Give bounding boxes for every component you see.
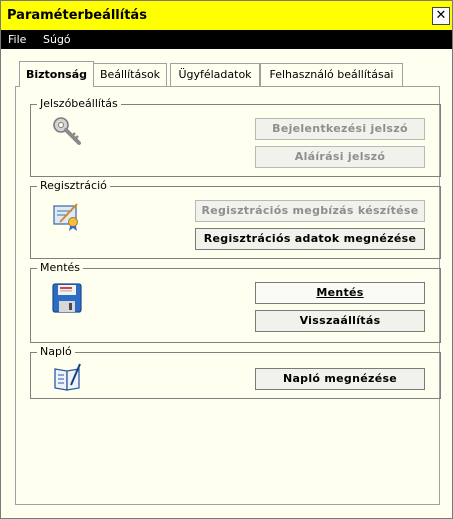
save-button[interactable]: Mentés (255, 282, 425, 304)
tab-settings-label: Beállítások (99, 68, 161, 81)
save-label: Mentés (316, 286, 364, 299)
log-group: Napló Napló megnézése (30, 345, 441, 399)
tab-client-data[interactable]: Ügyféladatok (170, 63, 260, 86)
registration-group: Regisztráció Regisztrációs megbízás kész… (30, 179, 441, 259)
registration-title: Regisztráció (37, 179, 110, 192)
key-icon (53, 117, 81, 145)
close-button[interactable]: ✕ (432, 7, 450, 25)
floppy-disk-icon (52, 283, 82, 313)
create-registration-label: Regisztrációs megbízás készítése (201, 204, 419, 217)
close-icon: ✕ (435, 8, 447, 23)
tab-client-data-label: Ügyféladatok (178, 68, 252, 81)
tab-settings[interactable]: Beállítások (93, 63, 167, 86)
password-settings-title: Jelszóbeállítás (37, 97, 121, 110)
tab-user-settings[interactable]: Felhasználó beállításai (260, 63, 403, 86)
password-settings-group: Jelszóbeállítás Bejelentkezési jelszó Al… (30, 97, 441, 177)
parameter-settings-window: Paraméterbeállítás ✕ File Súgó Biztonság… (0, 0, 453, 519)
log-title: Napló (37, 345, 75, 358)
restore-label: Visszaállítás (299, 314, 381, 327)
view-log-button[interactable]: Napló megnézése (255, 368, 425, 390)
create-registration-button[interactable]: Regisztrációs megbízás készítése (195, 200, 425, 222)
save-title: Mentés (37, 261, 84, 274)
view-registration-label: Regisztrációs adatok megnézése (203, 232, 417, 245)
tab-user-settings-label: Felhasználó beállításai (269, 68, 394, 81)
login-password-button[interactable]: Bejelentkezési jelszó (255, 118, 425, 140)
security-tab-panel: Jelszóbeállítás Bejelentkezési jelszó Al… (15, 86, 441, 505)
view-log-label: Napló megnézése (282, 372, 398, 385)
restore-button[interactable]: Visszaállítás (255, 310, 425, 332)
logbook-icon (54, 363, 81, 391)
menu-bar: File Súgó (1, 30, 452, 49)
view-registration-button[interactable]: Regisztrációs adatok megnézése (195, 228, 425, 250)
tab-security-label: Biztonság (25, 68, 88, 81)
login-password-label: Bejelentkezési jelszó (272, 122, 408, 135)
certificate-icon (53, 203, 78, 231)
window-title: Paraméterbeállítás (7, 8, 147, 23)
tab-security[interactable]: Biztonság (19, 61, 94, 87)
menu-file[interactable]: File (8, 33, 26, 46)
save-group: Mentés Mentés Visszaállítás (30, 261, 441, 343)
menu-help[interactable]: Súgó (43, 33, 71, 46)
title-bar: Paraméterbeállítás ✕ (1, 1, 452, 30)
signature-password-label: Aláírási jelszó (294, 150, 386, 163)
signature-password-button[interactable]: Aláírási jelszó (255, 146, 425, 168)
